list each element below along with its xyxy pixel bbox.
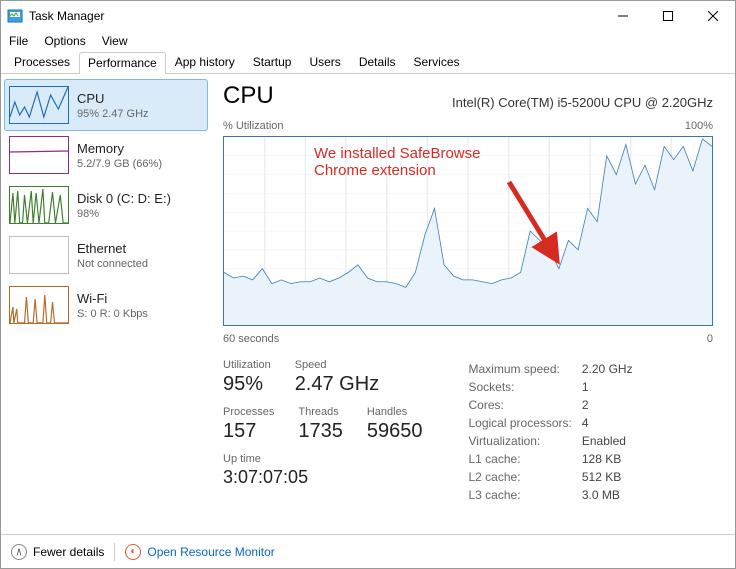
tab-app-history[interactable]: App history [166, 51, 244, 73]
stat-processes: Processes 157 [223, 406, 274, 443]
page-title: CPU [223, 82, 274, 110]
stat-handles: Handles 59650 [367, 406, 423, 443]
detail-value: 512 KB [582, 469, 641, 485]
sidebar-item-title: Disk 0 (C: D: E:) [77, 191, 171, 206]
table-row: Sockets:1 [468, 379, 640, 395]
uptime-label: Up time [223, 453, 446, 465]
detail-label: L3 cache: [468, 487, 579, 503]
app-icon [7, 8, 23, 24]
stat-speed: Speed 2.47 GHz [295, 359, 379, 396]
sidebar-sparkline [9, 186, 69, 224]
open-resource-monitor-link[interactable]: ◐ Open Resource Monitor [125, 544, 274, 560]
table-row: L3 cache:3.0 MB [468, 487, 640, 503]
stat-utilization: Utilization 95% [223, 359, 271, 396]
detail-value: 1 [582, 379, 641, 395]
stat-value: 59650 [367, 420, 423, 443]
chart-y-max: 100% [685, 120, 713, 132]
table-row: L1 cache:128 KB [468, 451, 640, 467]
detail-value: 3.0 MB [582, 487, 641, 503]
sidebar-item-title: Ethernet [77, 241, 148, 256]
main-panel: CPU Intel(R) Core(TM) i5-5200U CPU @ 2.2… [211, 74, 735, 534]
resource-monitor-icon: ◐ [125, 544, 141, 560]
sidebar-item-title: Wi-Fi [77, 291, 148, 306]
tab-startup[interactable]: Startup [244, 51, 301, 73]
chevron-up-icon: ˄ [11, 544, 27, 560]
stat-label: Handles [367, 406, 423, 418]
menu-view[interactable]: View [102, 34, 128, 48]
detail-label: Virtualization: [468, 433, 579, 449]
menu-file[interactable]: File [9, 34, 28, 48]
sidebar-item-ethernet[interactable]: Ethernet Not connected [5, 230, 207, 280]
tab-performance[interactable]: Performance [79, 52, 166, 74]
sidebar-item-sub: S: 0 R: 0 Kbps [77, 308, 148, 320]
uptime-value: 3:07:07:05 [223, 467, 446, 488]
stat-value: 157 [223, 420, 274, 443]
detail-value: 2 [582, 397, 641, 413]
close-button[interactable] [690, 1, 735, 31]
chart-x-left: 60 seconds [223, 333, 279, 345]
footer: ˄ Fewer details ◐ Open Resource Monitor [1, 534, 735, 568]
chart-y-label: % Utilization [223, 120, 284, 132]
tab-services[interactable]: Services [405, 51, 469, 73]
stat-value: 2.47 GHz [295, 373, 379, 396]
table-row: Logical processors:4 [468, 415, 640, 431]
minimize-button[interactable] [600, 1, 645, 31]
menu-options[interactable]: Options [44, 34, 85, 48]
menubar: File Options View [1, 31, 735, 51]
cpu-model-name: Intel(R) Core(TM) i5-5200U CPU @ 2.20GHz [452, 95, 713, 110]
stat-label: Speed [295, 359, 379, 371]
table-row: Virtualization:Enabled [468, 433, 640, 449]
sidebar-sparkline [9, 136, 69, 174]
annotation-arrow-icon [504, 177, 735, 365]
detail-value: 4 [582, 415, 641, 431]
sidebar: CPU 95% 2.47 GHz Memory 5.2/7.9 GB (66%)… [1, 74, 211, 534]
detail-label: Cores: [468, 397, 579, 413]
stat-threads: Threads 1735 [298, 406, 343, 443]
detail-label: Sockets: [468, 379, 579, 395]
window-title: Task Manager [29, 9, 104, 23]
sidebar-item-title: CPU [77, 91, 149, 106]
chart-annotation: We installed SafeBrowse Chrome extension [314, 145, 480, 179]
cpu-details-table: Maximum speed:2.20 GHzSockets:1Cores:2Lo… [466, 359, 642, 505]
sidebar-item-sub: 98% [77, 208, 171, 220]
close-icon [708, 11, 718, 21]
detail-label: L2 cache: [468, 469, 579, 485]
fewer-details-button[interactable]: ˄ Fewer details [11, 544, 104, 560]
maximize-button[interactable] [645, 1, 690, 31]
sidebar-item-cpu[interactable]: CPU 95% 2.47 GHz [5, 80, 207, 130]
stat-value: 95% [223, 373, 271, 396]
stat-label: Utilization [223, 359, 271, 371]
detail-label: Logical processors: [468, 415, 579, 431]
sidebar-item-wi-fi[interactable]: Wi-Fi S: 0 R: 0 Kbps [5, 280, 207, 330]
sidebar-item-sub: 95% 2.47 GHz [77, 108, 149, 120]
sidebar-sparkline [9, 86, 69, 124]
titlebar: Task Manager [1, 1, 735, 31]
stat-value: 1735 [298, 420, 343, 443]
cpu-utilization-chart[interactable]: We installed SafeBrowse Chrome extension [223, 136, 713, 326]
table-row: Cores:2 [468, 397, 640, 413]
sidebar-sparkline [9, 236, 69, 274]
task-manager-window: Task Manager File Options View Processes… [0, 0, 736, 569]
detail-value: 128 KB [582, 451, 641, 467]
tabs: Processes Performance App history Startu… [1, 51, 735, 74]
detail-label: L1 cache: [468, 451, 579, 467]
tab-details[interactable]: Details [350, 51, 405, 73]
stat-label: Threads [298, 406, 343, 418]
sidebar-sparkline [9, 286, 69, 324]
sidebar-item-title: Memory [77, 141, 162, 156]
minimize-icon [618, 11, 628, 21]
tab-processes[interactable]: Processes [5, 51, 79, 73]
sidebar-item-sub: 5.2/7.9 GB (66%) [77, 158, 162, 170]
tab-users[interactable]: Users [300, 51, 349, 73]
maximize-icon [663, 11, 673, 21]
detail-value: Enabled [582, 433, 641, 449]
sidebar-item-memory[interactable]: Memory 5.2/7.9 GB (66%) [5, 130, 207, 180]
divider [114, 543, 115, 561]
stat-label: Processes [223, 406, 274, 418]
sidebar-item-disk-0-c-d-e-[interactable]: Disk 0 (C: D: E:) 98% [5, 180, 207, 230]
sidebar-item-sub: Not connected [77, 258, 148, 270]
table-row: L2 cache:512 KB [468, 469, 640, 485]
